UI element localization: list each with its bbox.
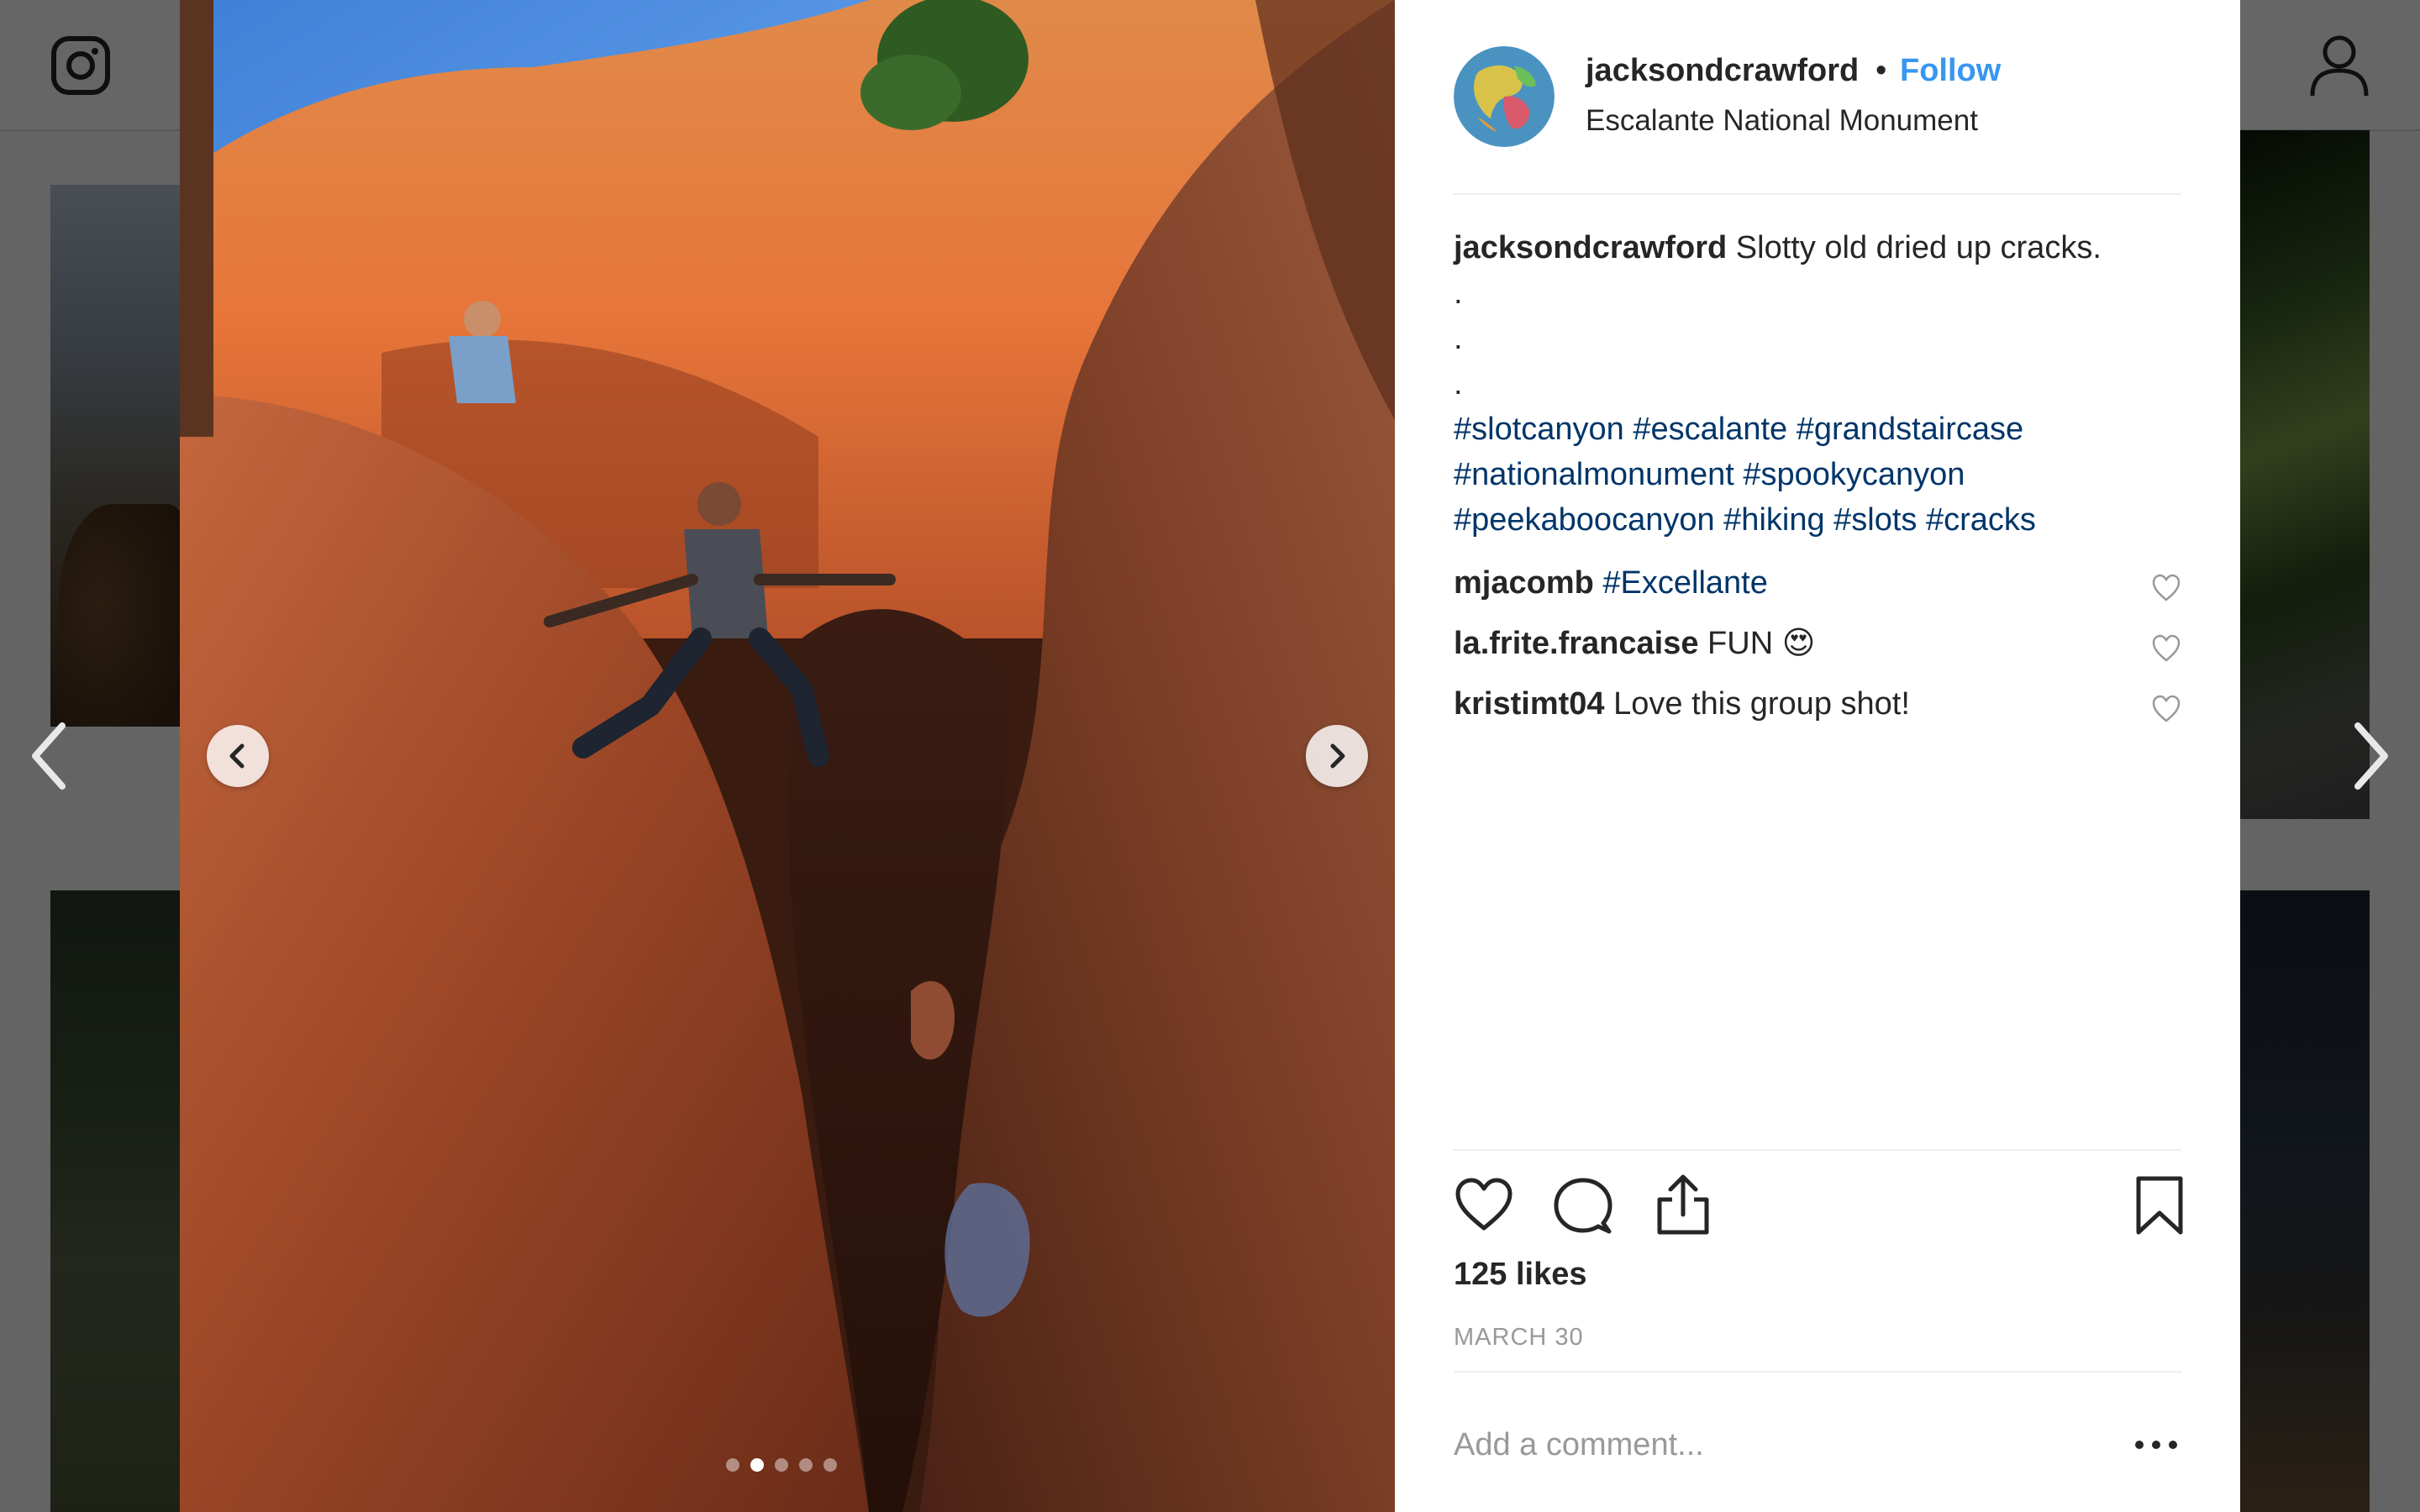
comment-item: kristimt04 Love this group shot!: [1454, 679, 2181, 729]
post-modal: jacksondcrawford • Follow Escalante Nati…: [180, 0, 2240, 1512]
chevron-right-icon: [1330, 743, 1345, 769]
hashtag-link[interactable]: #spookycanyon: [1743, 457, 1965, 492]
carousel-indicator: [726, 1458, 837, 1472]
heart-icon[interactable]: [1454, 1176, 1514, 1237]
comment-like-heart-icon[interactable]: [2151, 568, 2181, 601]
comment-like-heart-icon[interactable]: [2151, 689, 2181, 722]
chevron-left-icon: [229, 743, 245, 769]
post-photo: [180, 0, 1395, 1512]
hashtag-link[interactable]: #hiking: [1723, 502, 1824, 538]
hashtag-link[interactable]: #slotcanyon: [1454, 412, 1624, 447]
divider: [1454, 1371, 2181, 1373]
carousel-dot: [823, 1458, 837, 1472]
bookmark-icon[interactable]: [2134, 1174, 2185, 1241]
carousel-dot: [726, 1458, 739, 1472]
post-author-username[interactable]: jacksondcrawford: [1586, 53, 1859, 89]
hashtag-link[interactable]: #peekaboocanyon: [1454, 502, 1715, 538]
divider: [1454, 1149, 2181, 1151]
likes-count[interactable]: 125 likes: [1454, 1257, 1586, 1293]
caption-dot-line: .: [1454, 366, 1463, 402]
caption-dot-line: .: [1454, 321, 1463, 356]
comment-item: mjacomb #Excellante: [1454, 558, 2181, 608]
comment-username[interactable]: mjacomb: [1454, 565, 1594, 601]
post-details-panel: jacksondcrawford • Follow Escalante Nati…: [1395, 0, 2240, 1512]
share-icon[interactable]: [1655, 1173, 1711, 1241]
post-date: MARCH 30: [1454, 1324, 1584, 1351]
globe-avatar-icon: [1454, 46, 1555, 147]
carousel-previous-button[interactable]: [207, 725, 269, 787]
comment-item: la.frite.francaise FUN 😍: [1454, 618, 2181, 669]
caption-dot-line: .: [1454, 276, 1463, 311]
hashtag-link[interactable]: #nationalmonument: [1454, 457, 1734, 492]
hashtag-link[interactable]: #cracks: [1926, 502, 2036, 538]
heart-eyes-emoji: 😍: [1781, 626, 1816, 661]
canyon-photo: [180, 0, 1395, 1512]
add-comment-input[interactable]: [1454, 1420, 2092, 1470]
more-options-icon[interactable]: [2131, 1432, 2181, 1457]
avatar[interactable]: [1454, 46, 1555, 147]
carousel-dot: [799, 1458, 813, 1472]
comment-username[interactable]: kristimt04: [1454, 686, 1605, 722]
hashtag-list: #slotcanyon #escalante #grandstaircase #…: [1454, 407, 2181, 543]
separator-dot: •: [1876, 53, 1887, 88]
caption-username[interactable]: jacksondcrawford: [1454, 230, 1727, 265]
follow-button[interactable]: Follow: [1900, 53, 2001, 89]
carousel-next-button[interactable]: [1306, 725, 1368, 787]
previous-post-arrow-icon[interactable]: [22, 714, 76, 798]
post-header: jacksondcrawford • Follow Escalante Nati…: [1454, 44, 2181, 195]
hashtag-link[interactable]: #slots: [1833, 502, 1917, 538]
caption-text: Slotty old dried up cracks.: [1735, 230, 2102, 265]
post-location[interactable]: Escalante National Monument: [1586, 104, 1978, 138]
comment-like-heart-icon[interactable]: [2151, 628, 2181, 662]
post-caption: jacksondcrawford Slotty old dried up cra…: [1454, 225, 2181, 543]
comment-username[interactable]: la.frite.francaise: [1454, 626, 1698, 661]
carousel-dot: [750, 1458, 764, 1472]
comment-hashtag[interactable]: #Excellante: [1602, 565, 1767, 601]
hashtag-link[interactable]: #grandstaircase: [1797, 412, 2023, 447]
next-post-arrow-icon[interactable]: [2344, 714, 2398, 798]
carousel-dot: [775, 1458, 788, 1472]
comment-text: FUN: [1707, 626, 1774, 661]
comment-icon[interactable]: [1553, 1176, 1613, 1241]
comment-text: Love this group shot!: [1613, 686, 1910, 722]
hashtag-link[interactable]: #escalante: [1633, 412, 1787, 447]
